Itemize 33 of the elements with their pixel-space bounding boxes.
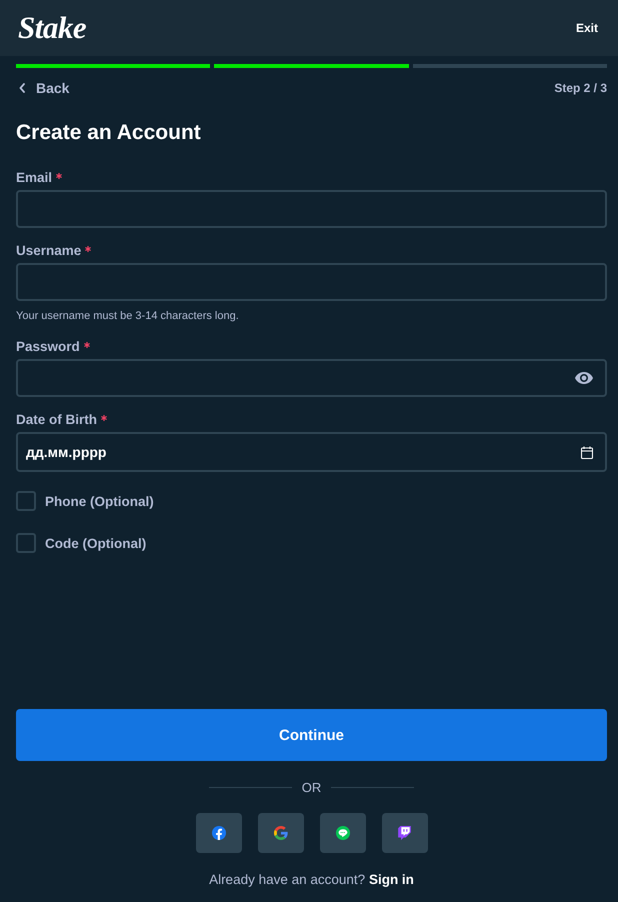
continue-button[interactable]: Continue	[16, 709, 607, 761]
calendar-icon	[581, 446, 593, 458]
field-hint: Your username must be 3-14 characters long.	[16, 309, 239, 324]
text-field[interactable]	[16, 190, 607, 228]
social-login-button[interactable]	[382, 813, 428, 853]
back-button[interactable]: Back	[16, 80, 70, 96]
logo: Stake	[18, 10, 86, 46]
field-label: Email	[16, 169, 62, 187]
date-field[interactable]: дд.мм.рррр	[16, 432, 607, 472]
chevron-left-icon	[19, 83, 25, 93]
sign-in-link[interactable]: Sign in	[368, 872, 414, 887]
page-title: Create an Account	[16, 120, 202, 146]
field-label: Password	[16, 338, 90, 356]
sign-in-prompt: Already have an account? Sign in	[209, 871, 414, 889]
checkbox[interactable]	[16, 533, 36, 553]
field-label: Date of Birth	[16, 411, 107, 429]
social-login-button[interactable]	[320, 813, 366, 853]
exit-button[interactable]: Exit	[572, 15, 602, 41]
step-indicator: Step 2 / 3	[554, 81, 607, 95]
password-field[interactable]	[16, 359, 607, 397]
social-login-button[interactable]	[196, 813, 242, 853]
checkbox[interactable]	[16, 491, 36, 511]
eye-icon	[575, 372, 593, 384]
checkbox-label[interactable]: Code (Optional)	[45, 536, 146, 550]
divider-label: OR	[302, 780, 322, 794]
twitch-icon	[398, 826, 411, 840]
google-icon	[274, 826, 288, 840]
show-password-button[interactable]	[575, 372, 593, 384]
facebook-icon	[212, 826, 226, 840]
field-label: Username	[16, 242, 92, 260]
checkbox-label[interactable]: Phone (Optional)	[45, 494, 154, 508]
chat-bubble-icon	[336, 826, 350, 840]
text-field[interactable]	[16, 263, 607, 301]
